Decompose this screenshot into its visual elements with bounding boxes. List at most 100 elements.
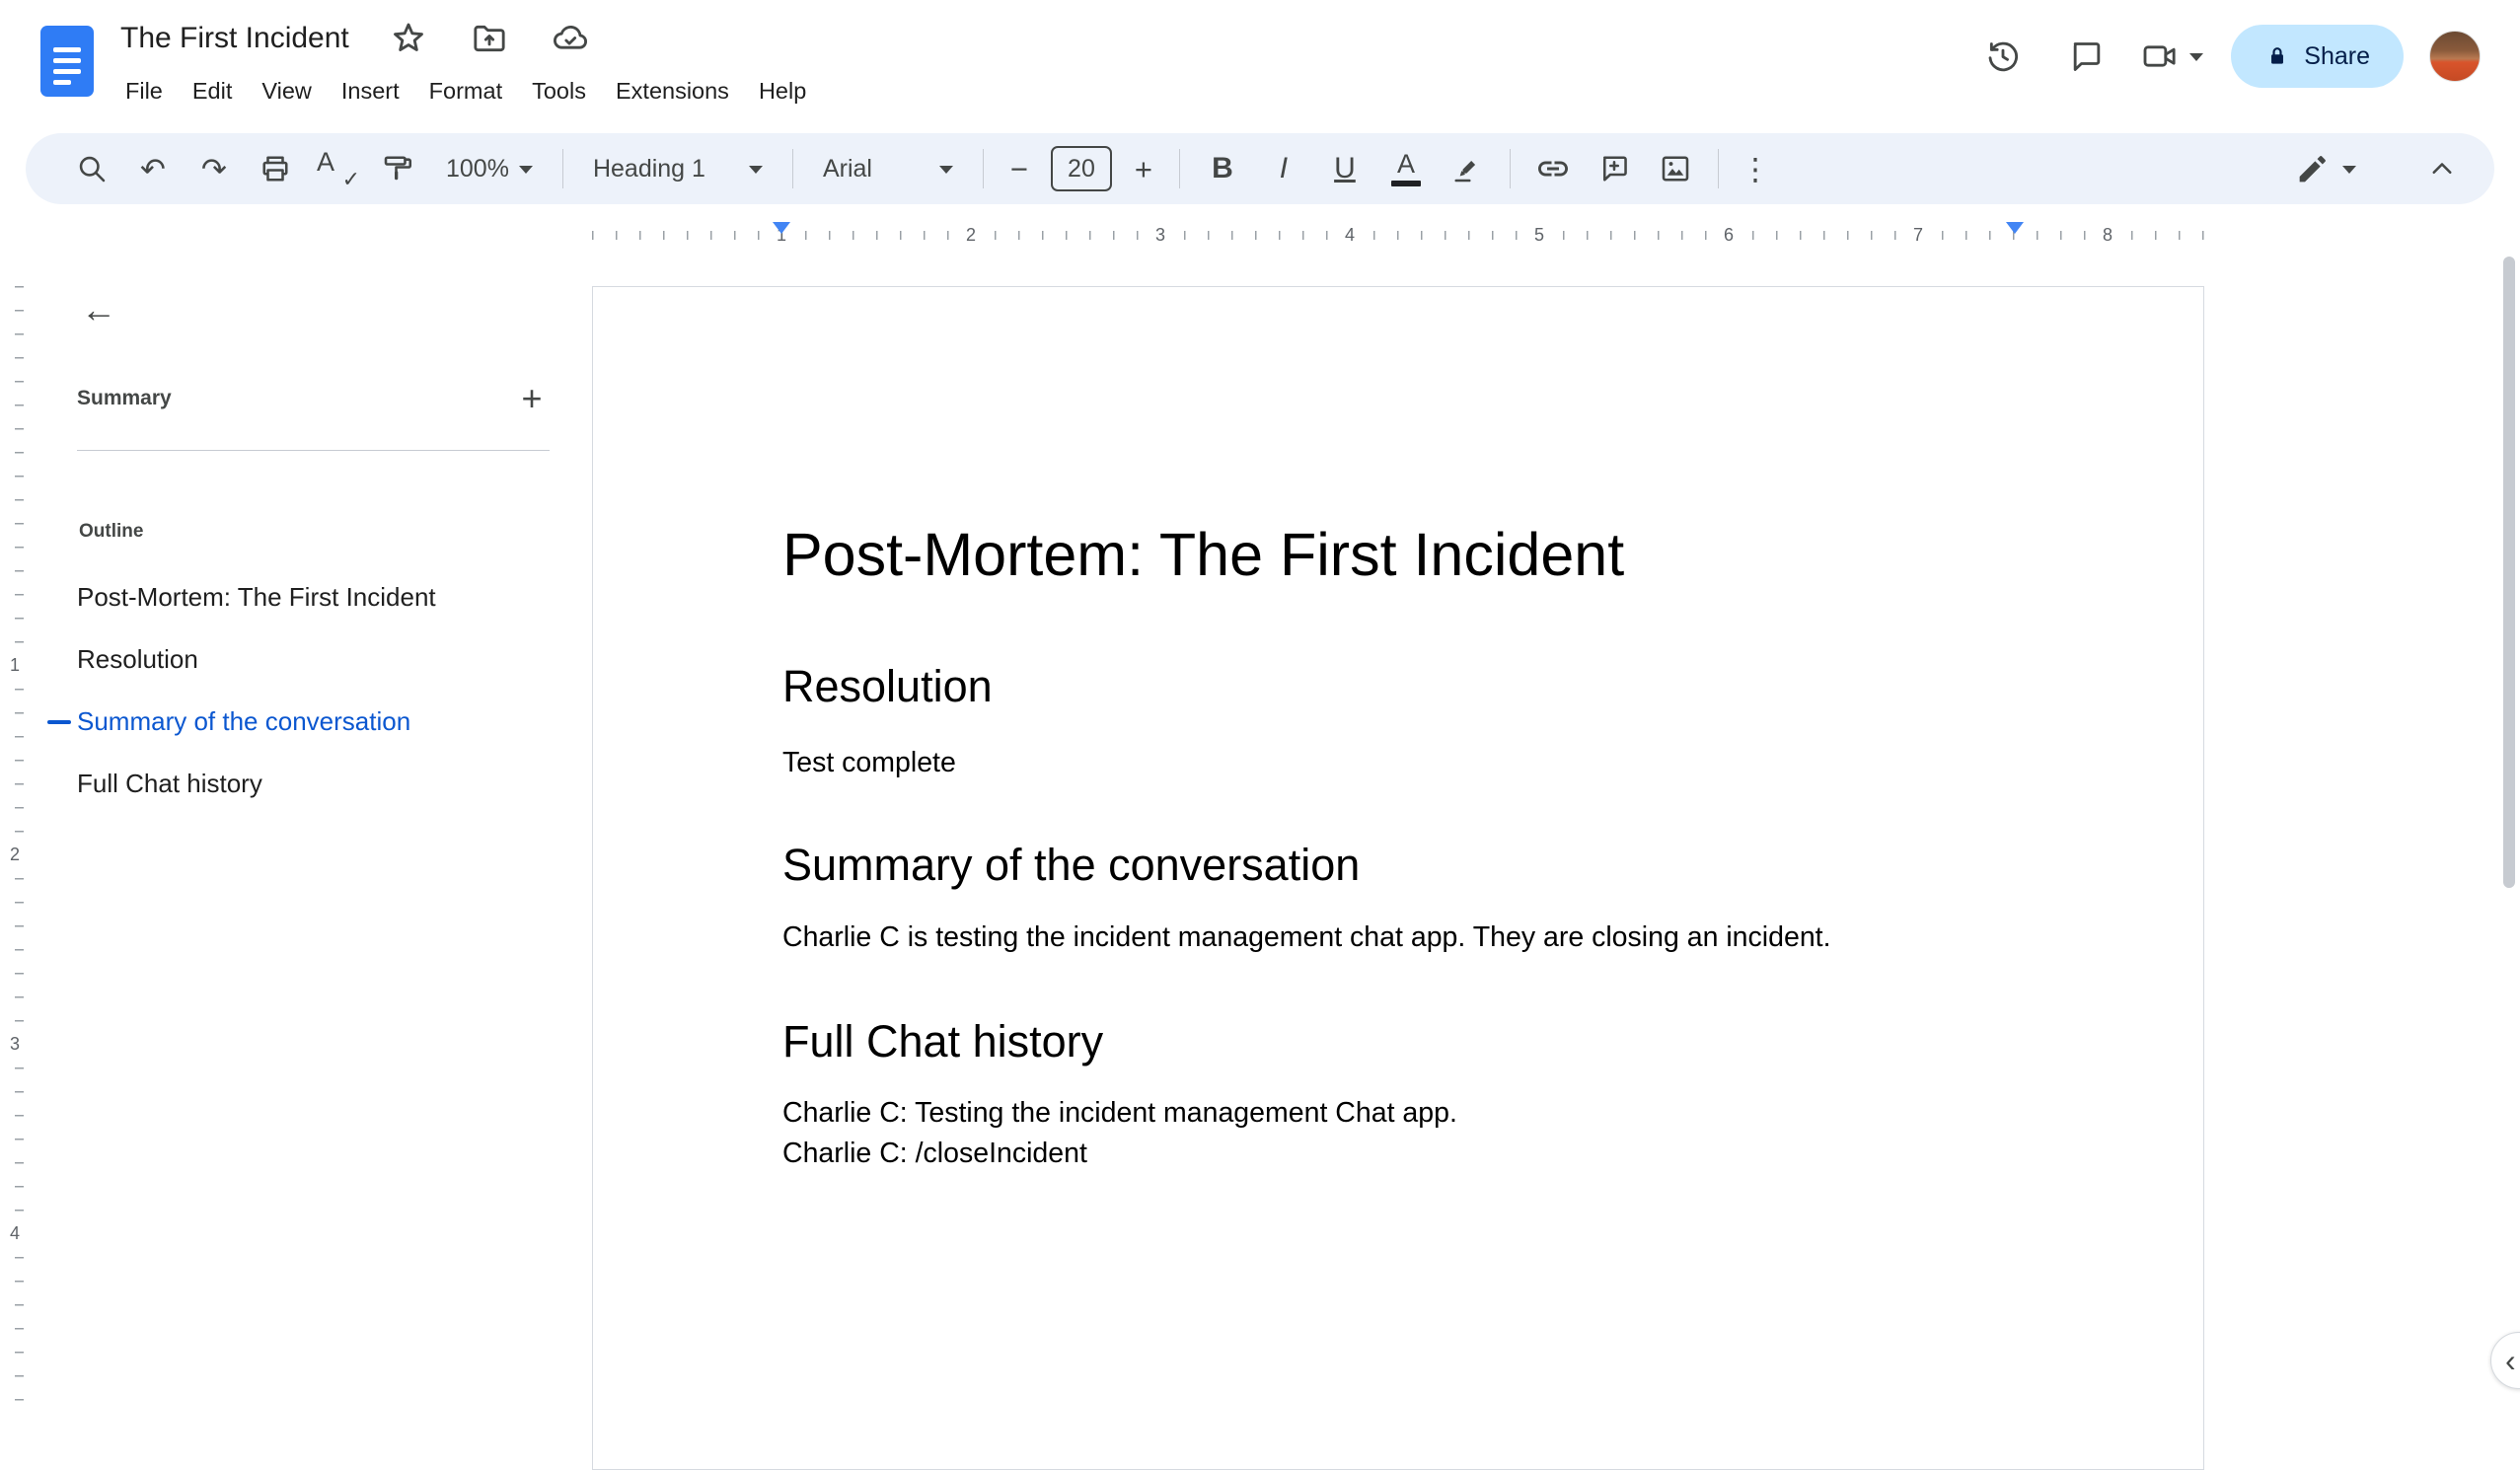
chevron-down-icon[interactable] [2189, 52, 2204, 68]
star-button[interactable] [387, 17, 430, 60]
bold-button[interactable]: B [1192, 141, 1253, 196]
highlight-color-button[interactable] [1437, 141, 1498, 196]
comments-button[interactable] [2057, 28, 2114, 85]
underline-icon: U [1334, 152, 1356, 184]
text-color-icon: A [1390, 151, 1421, 186]
side-panel-toggle-button[interactable]: ‹ [2490, 1332, 2520, 1389]
hide-menus-button[interactable] [2411, 141, 2473, 196]
summary-header: Summary + [77, 377, 556, 420]
chevron-down-icon [2342, 165, 2356, 181]
italic-icon: I [1279, 152, 1289, 184]
spelling-check-button[interactable]: A ✓ [306, 141, 367, 196]
share-button[interactable]: Share [2231, 25, 2404, 88]
font-size-input[interactable]: 20 [1050, 146, 1112, 191]
document-title[interactable]: The First Incident [120, 22, 349, 55]
add-comment-icon [1602, 156, 1627, 182]
insert-link-button[interactable] [1522, 141, 1584, 196]
paragraph-style-select[interactable]: Heading 1 [575, 141, 780, 196]
paint-roller-icon [384, 156, 412, 181]
ruler-number: 7 [1903, 221, 1933, 249]
star-icon [393, 23, 423, 51]
paint-format-button[interactable] [367, 141, 428, 196]
outline-list: Post-Mortem: The First Incident Resoluti… [30, 566, 577, 815]
redo-icon: ↷ [201, 151, 227, 186]
divider [77, 450, 550, 451]
doc-paragraph[interactable]: Charlie C is testing the incident manage… [782, 918, 2014, 958]
menu-help[interactable]: Help [744, 71, 821, 111]
add-comment-button[interactable] [1584, 141, 1645, 196]
font-family-value: Arial [822, 154, 872, 183]
doc-paragraph[interactable]: Charlie C: Testing the incident manageme… [782, 1093, 2014, 1134]
insert-image-button[interactable] [1645, 141, 1706, 196]
editor-toolbar: ↶ ↷ A ✓ 100% Heading 1 Arial − 20 + B I … [26, 133, 2494, 204]
outline-item[interactable]: Post-Mortem: The First Incident [30, 566, 577, 628]
ruler-number: 5 [1524, 221, 1554, 249]
menu-edit[interactable]: Edit [178, 71, 248, 111]
doc-heading-1[interactable]: Post-Mortem: The First Incident [782, 519, 2014, 591]
undo-button[interactable]: ↶ [122, 141, 184, 196]
toolbar-divider [791, 149, 793, 188]
increase-font-size-button[interactable]: + [1120, 141, 1167, 196]
chevron-left-icon: ‹ [2505, 1342, 2516, 1378]
doc-heading-2[interactable]: Resolution [782, 660, 2014, 713]
outline-item-active[interactable]: Summary of the conversation [30, 691, 577, 753]
cloud-saved-icon [553, 25, 587, 49]
ruler-number: 3 [0, 1031, 30, 1057]
plus-icon: + [521, 378, 543, 418]
zoom-value: 100% [446, 154, 509, 183]
doc-paragraph[interactable]: Test complete [782, 743, 2014, 783]
text-color-button[interactable]: A [1375, 141, 1437, 196]
menu-view[interactable]: View [247, 71, 327, 111]
pencil-icon [2299, 156, 2326, 183]
print-icon [262, 156, 288, 182]
vertical-ruler: 1 2 3 4 [0, 253, 30, 1410]
ruler-number: 4 [0, 1220, 30, 1246]
outline-panel: ← Summary + Outline Post-Mortem: The Fir… [30, 253, 577, 1410]
chevron-down-icon [748, 165, 763, 181]
menu-format[interactable]: Format [414, 71, 517, 111]
add-summary-button[interactable]: + [508, 375, 556, 422]
doc-heading-2[interactable]: Full Chat history [782, 1015, 2014, 1068]
doc-section: Summary of the conversation Charlie C is… [782, 839, 2014, 958]
history-icon [1988, 41, 2019, 72]
menu-extensions[interactable]: Extensions [601, 71, 744, 111]
editing-mode-select[interactable] [2293, 149, 2356, 188]
account-avatar[interactable] [2429, 31, 2481, 82]
spellcheck-icon: A ✓ [317, 147, 360, 191]
chevron-down-icon [518, 165, 533, 181]
docs-logo-icon[interactable] [40, 26, 94, 97]
toolbar-divider [1178, 149, 1180, 188]
outline-title: Outline [79, 521, 144, 542]
doc-paragraph[interactable]: Charlie C: /closeIncident [782, 1134, 2014, 1174]
more-vertical-icon: ⋮ [1740, 151, 1771, 186]
right-indent-marker[interactable] [2006, 222, 2024, 234]
version-history-button[interactable] [1974, 28, 2032, 85]
doc-heading-2[interactable]: Summary of the conversation [782, 839, 2014, 892]
close-outline-button[interactable]: ← [69, 280, 128, 339]
italic-button[interactable]: I [1253, 141, 1314, 196]
join-call-button[interactable] [2140, 37, 2204, 76]
left-indent-marker[interactable] [773, 222, 790, 234]
menu-file[interactable]: File [111, 71, 178, 111]
move-folder-icon [474, 25, 505, 52]
search-menus-button[interactable] [61, 141, 122, 196]
zoom-select[interactable]: 100% [428, 141, 551, 196]
menu-insert[interactable]: Insert [327, 71, 414, 111]
document-page[interactable]: Post-Mortem: The First Incident Resoluti… [592, 286, 2204, 1470]
move-button[interactable] [468, 17, 511, 60]
menu-tools[interactable]: Tools [517, 71, 601, 111]
cloud-status-button[interactable] [549, 17, 592, 60]
print-button[interactable] [245, 141, 306, 196]
more-toolbar-options-button[interactable]: ⋮ [1731, 141, 1780, 196]
menu-bar: File Edit View Insert Format Tools Exten… [111, 71, 821, 111]
underline-button[interactable]: U [1314, 141, 1375, 196]
video-camera-icon [2143, 45, 2176, 67]
decrease-font-size-button[interactable]: − [996, 141, 1043, 196]
doc-section: Full Chat history Charlie C: Testing the… [782, 1015, 2014, 1174]
outline-item[interactable]: Resolution [30, 628, 577, 691]
redo-button[interactable]: ↷ [184, 141, 245, 196]
outline-item[interactable]: Full Chat history [30, 753, 577, 815]
vertical-scrollbar[interactable] [2503, 257, 2515, 888]
font-family-select[interactable]: Arial [805, 141, 971, 196]
link-icon [1537, 161, 1568, 177]
